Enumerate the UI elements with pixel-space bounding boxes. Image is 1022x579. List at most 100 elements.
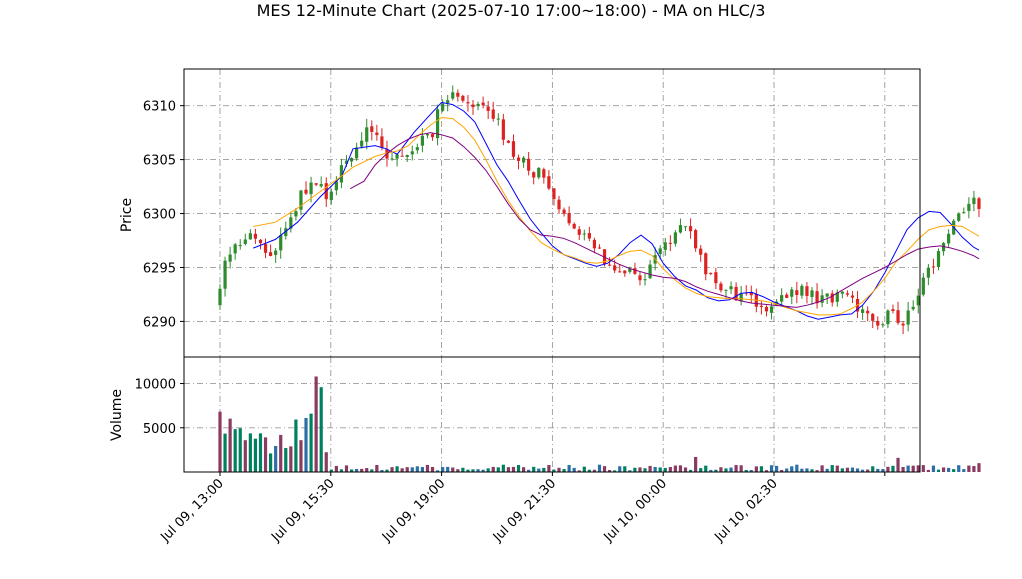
volume-bar — [678, 465, 683, 472]
volume-bar — [410, 467, 414, 472]
candle-body — [790, 289, 794, 297]
candle-body — [496, 118, 500, 120]
candle-body — [557, 199, 561, 210]
candle-body — [355, 147, 359, 159]
volume-bar — [653, 466, 657, 472]
volume-bar — [901, 466, 905, 472]
volume-bar — [633, 467, 637, 472]
volume-bar — [941, 467, 946, 472]
volume-bar — [400, 468, 404, 472]
candle-body — [218, 288, 222, 306]
price-y-tick-label: 6310 — [143, 100, 176, 115]
volume-bar — [496, 467, 500, 472]
volume-bar — [855, 468, 860, 472]
candle-body — [476, 103, 480, 107]
volume-bar — [390, 467, 394, 472]
volume-bar — [501, 464, 505, 472]
candle-body — [876, 321, 880, 326]
candle-body — [881, 324, 885, 326]
candle-body — [673, 232, 677, 244]
volume-bar — [532, 466, 536, 472]
price-y-tick-label: 6305 — [143, 154, 176, 169]
volume-bar — [334, 465, 338, 472]
candle-body — [400, 155, 404, 157]
candle-body — [957, 213, 961, 221]
price-y-tick-label: 6300 — [143, 208, 176, 223]
volume-bar — [547, 464, 551, 472]
candle-body — [410, 151, 414, 155]
volume-bar — [668, 467, 672, 472]
candle-body — [714, 272, 718, 284]
x-tick-label: Jul 09, 13:00 — [157, 476, 226, 545]
candle-body — [415, 147, 419, 151]
volume-axis-label: Volume — [109, 389, 125, 441]
candle-body — [314, 183, 318, 185]
candlestick-chart: MES 12-Minute Chart (2025-07-10 17:00~18… — [109, 1, 981, 546]
candle-body — [274, 250, 278, 255]
candle-body — [527, 158, 531, 171]
volume-bar — [253, 438, 258, 472]
volume-bar — [850, 467, 855, 472]
volume-bar — [258, 433, 263, 472]
candle-body — [238, 245, 242, 247]
candle-body — [850, 295, 855, 298]
volume-bar — [451, 467, 455, 472]
candle-body — [552, 188, 556, 199]
candle-body — [845, 293, 850, 295]
candle-body — [268, 252, 273, 256]
candle-body — [810, 290, 814, 297]
candle-body — [724, 289, 728, 291]
volume-bar — [759, 466, 764, 472]
candle-body — [486, 106, 490, 111]
candle-body — [648, 264, 652, 279]
candle-body — [253, 233, 258, 239]
volume-bar — [886, 466, 890, 472]
candle-body — [638, 275, 642, 281]
candle-body — [694, 230, 698, 249]
candle-body — [825, 293, 829, 297]
candle-body — [451, 92, 455, 99]
candle-body — [420, 135, 424, 146]
candle-body — [815, 291, 819, 304]
volume-bar — [516, 465, 521, 472]
candle-body — [309, 182, 313, 195]
candle-body — [891, 309, 895, 312]
candle-body — [461, 95, 465, 101]
volume-bar — [602, 466, 607, 472]
candle-body — [618, 271, 622, 273]
candle-body — [643, 279, 647, 281]
candle-body — [597, 247, 602, 249]
candle-body — [729, 286, 733, 290]
x-tick-label: Jul 09, 15:30 — [268, 476, 337, 545]
candle-body — [491, 109, 495, 119]
volume-bar — [673, 465, 677, 472]
candle-body — [501, 119, 505, 140]
volume-bar — [835, 465, 839, 472]
chart-title: MES 12-Minute Chart (2025-07-10 17:00~18… — [257, 1, 766, 20]
candle-body — [911, 306, 915, 310]
volume-bar — [430, 466, 435, 472]
candle-body — [258, 239, 263, 244]
candle-body — [456, 92, 460, 97]
candle-body — [405, 155, 409, 157]
candle-body — [430, 133, 435, 138]
volume-bar — [304, 417, 308, 472]
volume-bar — [309, 413, 313, 472]
volume-bar — [840, 468, 844, 472]
candle-body — [926, 267, 930, 278]
candle-body — [228, 254, 232, 262]
volume-bar — [557, 467, 561, 472]
candle-body — [623, 270, 627, 274]
volume-bar — [754, 466, 758, 472]
x-tick-label: Jul 10, 02:30 — [711, 476, 780, 545]
volume-bar — [896, 457, 900, 472]
volume-bar — [774, 465, 779, 472]
candlesticks — [218, 85, 981, 335]
candle-body — [233, 244, 237, 254]
volume-bar — [461, 467, 465, 472]
candle-body — [931, 266, 936, 268]
candle-body — [658, 248, 662, 254]
volume-bar — [415, 466, 419, 472]
price-y-tick-label: 6290 — [143, 315, 176, 330]
volume-bar — [324, 452, 328, 472]
